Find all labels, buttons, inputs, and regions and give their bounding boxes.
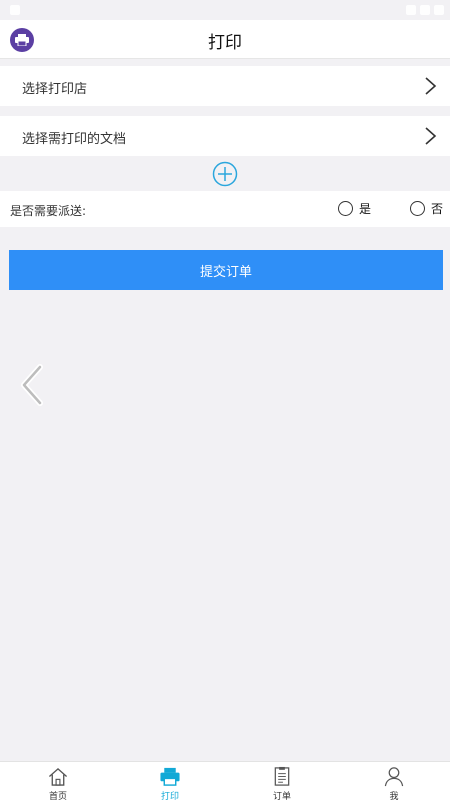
tab-home[interactable]: 首页	[2, 762, 114, 802]
status-app-icon	[10, 5, 20, 15]
add-circle-icon[interactable]	[212, 161, 238, 187]
dispatch-question: 是否需要派送:	[10, 204, 87, 218]
select-document-row[interactable]: 选择需打印的文档	[0, 116, 450, 156]
user-icon	[384, 767, 404, 787]
header-bar: 打印	[0, 20, 450, 59]
wifi-icon	[406, 5, 416, 15]
home-icon	[48, 767, 68, 786]
select-store-row[interactable]: 选择打印店	[0, 66, 450, 106]
tab-orders[interactable]: 订单	[226, 762, 338, 802]
document-icon	[274, 766, 290, 786]
tab-orders-label: 订单	[272, 792, 291, 802]
tab-home-label: 首页	[48, 792, 67, 802]
system-icons	[406, 5, 444, 15]
battery-icon	[434, 5, 444, 15]
dispatch-no-radio[interactable]: 否	[410, 200, 443, 217]
dispatch-yes-radio[interactable]: 是	[338, 200, 371, 217]
submit-order-button[interactable]: 提交订单	[9, 250, 443, 290]
select-document-label: 选择需打印的文档	[22, 132, 127, 147]
radio-circle-icon	[338, 201, 353, 216]
tab-me[interactable]: 我	[338, 762, 450, 802]
printer-icon	[160, 767, 180, 786]
page-title: 打印	[208, 33, 242, 53]
tab-print[interactable]: 打印	[114, 762, 226, 802]
back-arrow-icon[interactable]	[16, 363, 48, 407]
select-store-label: 选择打印店	[22, 82, 88, 97]
signal-icon	[420, 5, 430, 15]
radio-circle-icon	[410, 201, 425, 216]
bottom-tab-bar: 首页 打印 订单 我	[0, 761, 450, 802]
tab-print-label: 打印	[160, 792, 179, 802]
chevron-right-icon	[425, 77, 437, 95]
chevron-right-icon	[425, 127, 437, 145]
tab-me-label: 我	[389, 792, 399, 802]
dispatch-yes-label: 是	[359, 202, 372, 216]
status-bar	[0, 0, 450, 20]
dispatch-no-label: 否	[431, 202, 444, 216]
dispatch-option-row: 是否需要派送: 是 否	[0, 191, 450, 227]
